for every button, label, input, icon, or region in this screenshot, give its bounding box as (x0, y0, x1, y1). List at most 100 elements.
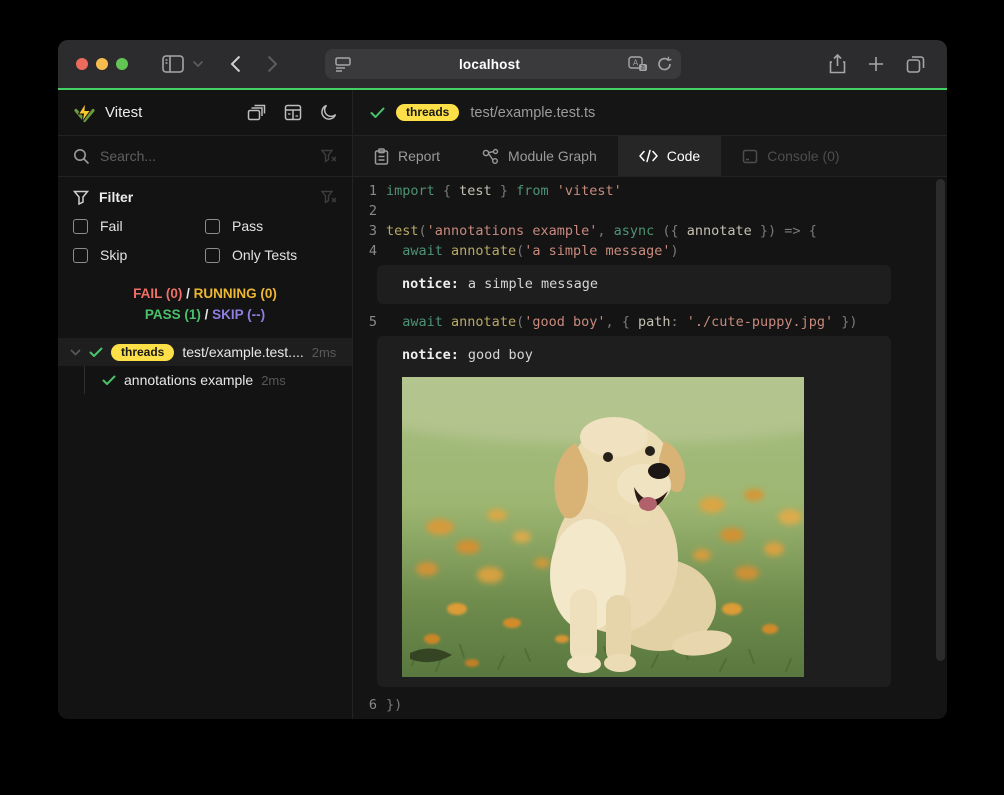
search-icon (73, 148, 90, 165)
annotation-label: notice: (402, 347, 459, 363)
reload-icon[interactable] (657, 56, 672, 72)
chevron-down-icon[interactable] (70, 349, 81, 356)
line-number: 1 (353, 181, 377, 201)
code-token: import (386, 183, 435, 199)
annotation-label: notice: (402, 276, 459, 292)
clear-search-filter-icon[interactable] (321, 149, 337, 164)
code-token: await (402, 243, 443, 259)
code-token: await (402, 314, 443, 330)
code-token: }) (386, 697, 402, 713)
code-token: ( (516, 243, 524, 259)
code-text: await annotate('a simple message') (386, 241, 679, 261)
line-number: 5 (353, 312, 377, 332)
annotation-message: good boy (468, 347, 533, 363)
code-token: ( (516, 314, 524, 330)
filter-title: Filter (99, 189, 133, 205)
main-panel: threads test/example.test.ts Report (353, 90, 947, 719)
line-number: 4 (353, 241, 377, 261)
separator: / (186, 286, 190, 301)
dark-mode-moon-icon[interactable] (320, 104, 337, 121)
code-token: 'vitest' (557, 183, 622, 199)
code-token: annotate (687, 223, 752, 239)
code-token: ( (419, 223, 427, 239)
svg-text:A: A (632, 58, 638, 67)
address-bar[interactable]: localhost A あ (325, 49, 681, 79)
code-line: 3 test('annotations example', async ({ an… (353, 221, 947, 241)
pass-check-icon (89, 347, 103, 358)
new-tab-icon[interactable] (868, 56, 884, 72)
code-line: 4 await annotate('a simple message') (353, 241, 947, 261)
minimize-window-button[interactable] (96, 58, 108, 70)
code-token: }) => { (752, 223, 817, 239)
code-token (443, 243, 451, 259)
tab-overview-icon[interactable] (906, 55, 925, 73)
code-token (386, 243, 402, 259)
code-text: test('annotations example', async ({ ann… (386, 221, 817, 241)
code-token: 'annotations example' (427, 223, 598, 239)
dashboard-icon[interactable] (284, 104, 302, 121)
separator: / (205, 307, 209, 322)
tab-label: Console (0) (767, 148, 839, 164)
scrollbar-thumb[interactable] (936, 179, 945, 661)
annotation-message: a simple message (468, 276, 598, 292)
filter-option-only-tests[interactable]: Only Tests (205, 247, 337, 263)
filter-option-skip[interactable]: Skip (73, 247, 205, 263)
code-icon (639, 149, 658, 163)
code-text: await annotate('good boy', { path: './cu… (386, 312, 858, 332)
code-token: path (638, 314, 671, 330)
checkbox[interactable] (205, 248, 220, 263)
code-token: async (614, 223, 655, 239)
code-area[interactable]: 1import { test } from 'vitest'23test('an… (353, 177, 947, 719)
file-header: threads test/example.test.ts (353, 90, 947, 136)
chevron-down-icon[interactable] (192, 60, 204, 68)
checkbox[interactable] (73, 248, 88, 263)
checkbox[interactable] (73, 219, 88, 234)
test-case-row[interactable]: annotations example 2ms (58, 366, 352, 394)
filter-funnel-icon (73, 190, 89, 205)
test-tree: threads test/example.test.... 2ms annota… (58, 338, 352, 394)
pass-count: PASS (1) (145, 307, 201, 322)
code-line: 2 (353, 201, 947, 221)
pass-check-icon (102, 375, 116, 386)
code-token: test (386, 223, 419, 239)
test-summary: FAIL (0) / RUNNING (0) PASS (1) / SKIP (… (58, 283, 352, 325)
line-number: 7 (353, 715, 377, 719)
filter-option-pass[interactable]: Pass (205, 218, 337, 234)
tab-report[interactable]: Report (353, 136, 461, 176)
annotation-box: notice: good boy (377, 336, 891, 687)
forward-button[interactable] (267, 55, 278, 73)
search-input[interactable] (100, 148, 311, 164)
pass-check-icon (370, 107, 385, 119)
search-row (58, 136, 352, 177)
code-token: test (459, 183, 492, 199)
close-window-button[interactable] (76, 58, 88, 70)
filter-option-fail[interactable]: Fail (73, 218, 205, 234)
fullscreen-window-button[interactable] (116, 58, 128, 70)
fail-count: FAIL (0) (133, 286, 182, 301)
pool-badge: threads (111, 344, 174, 361)
code-token: 'a simple message' (524, 243, 670, 259)
reader-mode-icon[interactable] (334, 56, 352, 72)
clear-filter-icon[interactable] (321, 190, 337, 205)
tab-label: Code (667, 148, 700, 164)
test-file-row[interactable]: threads test/example.test.... 2ms (58, 338, 352, 366)
back-button[interactable] (230, 55, 241, 73)
checkbox-label: Skip (100, 247, 127, 263)
checkbox-label: Only Tests (232, 247, 297, 263)
tab-code[interactable]: Code (618, 136, 721, 176)
code-token: } (492, 183, 516, 199)
code-token: }) (833, 314, 857, 330)
pool-badge: threads (396, 104, 459, 121)
module-graph-icon (482, 148, 499, 165)
checkbox[interactable] (205, 219, 220, 234)
code-token: './cute-puppy.jpg' (687, 314, 833, 330)
filter-section: Filter Fail Pass (58, 177, 352, 267)
code-text: import { test } from 'vitest' (386, 181, 622, 201)
url-text[interactable]: localhost (352, 57, 628, 72)
sidebar-toggle-icon[interactable] (162, 55, 184, 73)
tab-module-graph[interactable]: Module Graph (461, 136, 618, 176)
panels-icon[interactable] (247, 104, 266, 121)
share-icon[interactable] (829, 54, 846, 74)
line-number: 3 (353, 221, 377, 241)
translate-icon[interactable]: A あ (628, 56, 648, 73)
